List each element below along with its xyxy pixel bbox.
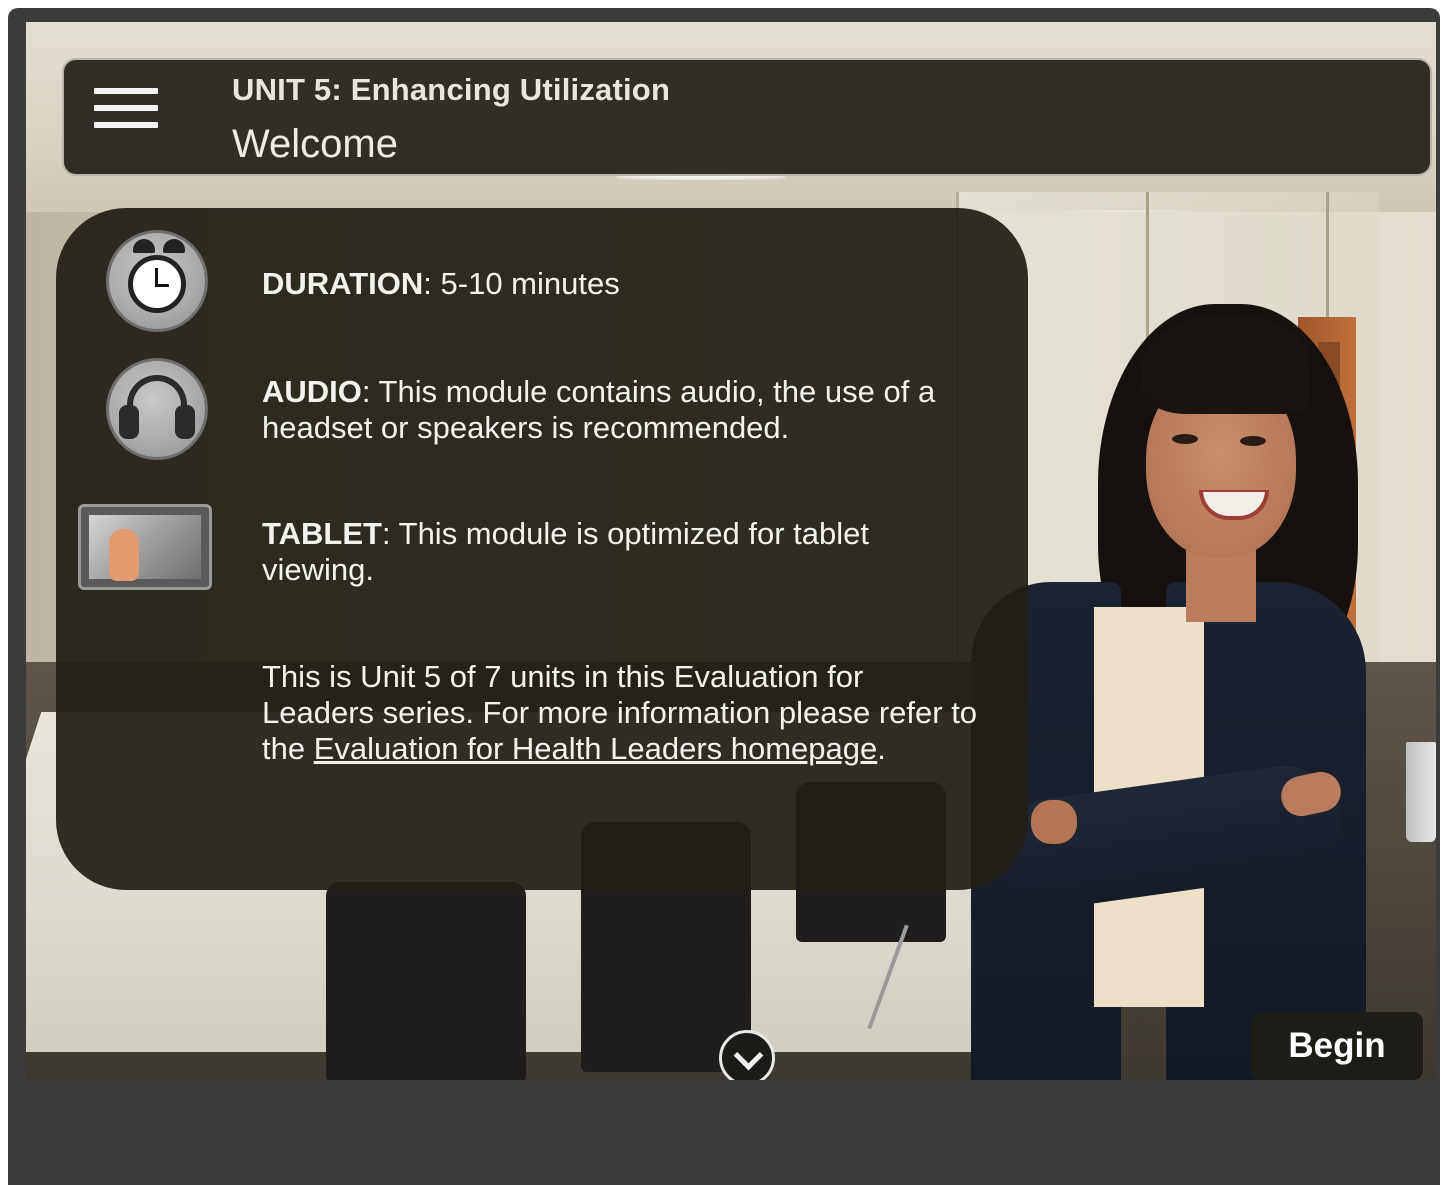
audio-info: AUDIO: This module contains audio, the u… <box>262 374 982 446</box>
duration-info: DURATION: 5-10 minutes <box>262 266 620 302</box>
series-info: This is Unit 5 of 7 units in this Evalua… <box>262 659 982 767</box>
app-frame: UNIT 5: Enhancing Utilization Welcome DU… <box>8 8 1440 1185</box>
series-text-end: . <box>877 731 886 766</box>
unit-title: UNIT 5: Enhancing Utilization <box>232 72 671 107</box>
begin-button[interactable]: Begin <box>1251 1012 1423 1080</box>
duration-label: DURATION <box>262 266 424 301</box>
chevron-down-circle-icon[interactable] <box>719 1030 775 1080</box>
audio-label: AUDIO <box>262 374 362 409</box>
duration-text: : 5-10 minutes <box>423 266 620 301</box>
presenter-hair <box>1142 314 1310 414</box>
page-title: Welcome <box>232 122 398 166</box>
module-header: UNIT 5: Enhancing Utilization Welcome <box>62 58 1432 176</box>
alarm-clock-icon <box>106 230 208 332</box>
hamburger-menu-icon[interactable] <box>94 88 158 132</box>
tablet-touch-icon <box>78 504 212 590</box>
presenter-eye <box>1172 434 1198 444</box>
headphones-icon <box>106 358 208 460</box>
tablet-label: TABLET <box>262 516 382 551</box>
homepage-link[interactable]: Evaluation for Health Leaders homepage <box>314 731 878 766</box>
office-chair <box>326 882 526 1080</box>
module-stage: UNIT 5: Enhancing Utilization Welcome DU… <box>26 22 1436 1080</box>
audio-text: : This module contains audio, the use of… <box>262 374 936 445</box>
info-panel: DURATION: 5-10 minutes AUDIO: This modul… <box>56 208 1028 890</box>
waste-bin <box>1406 742 1436 842</box>
presenter-hand <box>1031 800 1077 844</box>
presenter-eye <box>1240 436 1266 446</box>
tablet-info: TABLET: This module is optimized for tab… <box>262 516 942 588</box>
